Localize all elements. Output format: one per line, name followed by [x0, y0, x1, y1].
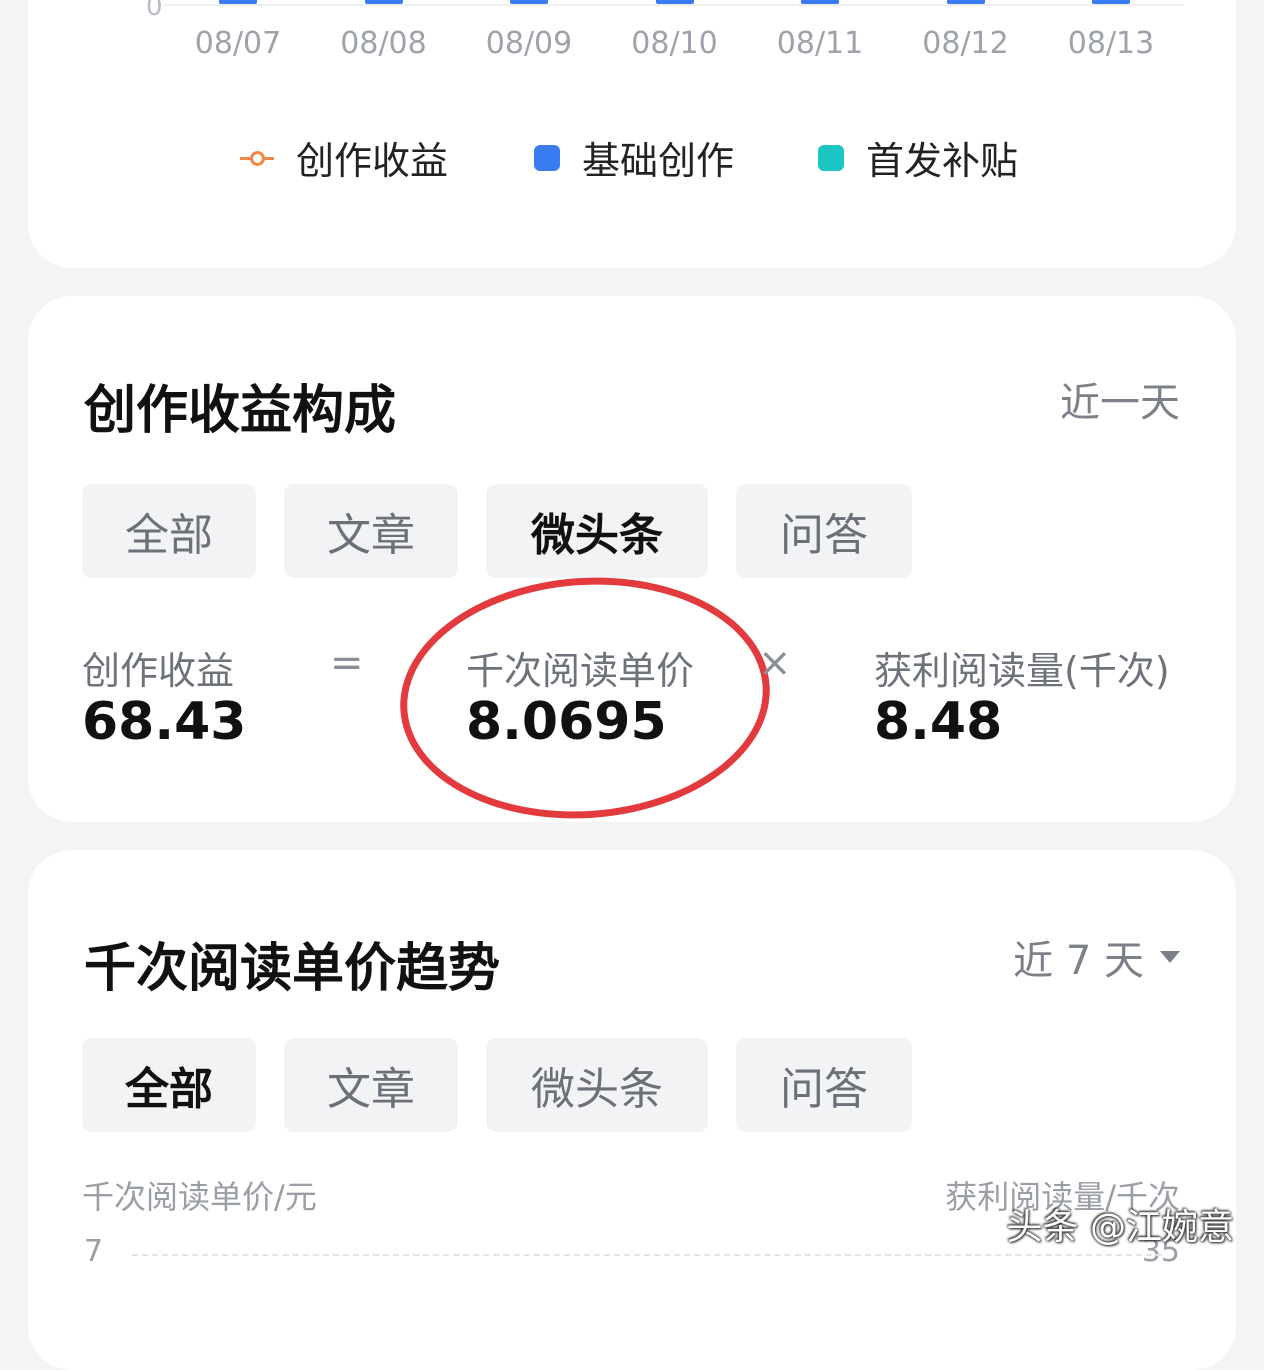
bar[interactable]: [219, 0, 257, 4]
watermark: 头条 @江婉意: [1006, 1207, 1234, 1248]
tab-all[interactable]: 全部: [82, 1038, 256, 1132]
tab-qa[interactable]: 问答: [736, 484, 912, 578]
breakdown-tabs: 全部 文章 微头条 问答: [82, 484, 940, 578]
reads-label: 获利阅读量(千次): [874, 649, 1170, 693]
bar[interactable]: [801, 0, 839, 4]
highlight-circle: [392, 565, 778, 831]
section-title: 创作收益构成: [84, 381, 397, 441]
grid-line: [132, 1254, 1162, 1256]
legend-item-subsidy[interactable]: 首发补贴: [818, 130, 1018, 185]
equals-sign: =: [330, 640, 364, 686]
range-selector[interactable]: 近一天: [1060, 370, 1180, 428]
income-label: 创作收益: [82, 649, 235, 693]
legend-label: 基础创作: [582, 139, 735, 183]
legend-label: 首发补贴: [866, 139, 1019, 183]
income-value: 68.43: [82, 692, 247, 752]
x-axis-date-label: 08/10: [631, 26, 718, 61]
tab-micro-posts[interactable]: 微头条: [486, 1038, 708, 1132]
x-axis-date-label: 08/09: [485, 26, 573, 61]
x-axis-date-label: 08/12: [922, 26, 1009, 61]
x-axis-date-label: 08/11: [776, 26, 864, 61]
tab-all[interactable]: 全部: [82, 484, 256, 578]
x-axis-date-label: 08/13: [1067, 26, 1155, 61]
bar[interactable]: [364, 0, 403, 4]
trend-tabs: 全部 文章 微头条 问答: [82, 1038, 940, 1132]
blue-square-icon: [534, 144, 560, 171]
chart-baseline: [164, 4, 1184, 6]
income-chart-card: 0 08/07 08/08 08/09 08/10 08/11 08/12 08/13 创作…: [28, 0, 1236, 268]
x-axis-date-label: 08/07: [194, 26, 282, 61]
range-label: 近 7 天: [1013, 938, 1144, 984]
teal-square-icon: [818, 144, 844, 171]
x-axis-date-label: 08/08: [340, 26, 427, 61]
y-axis-zero-label: 0: [146, 0, 163, 22]
times-sign: ×: [758, 640, 792, 686]
line-dot-icon: [240, 147, 274, 169]
income-breakdown-card: 创作收益构成 近一天 全部 文章 微头条 问答 创作收益 68.43 = 千次阅…: [28, 296, 1236, 831]
tab-articles[interactable]: 文章: [284, 1038, 458, 1132]
legend-item-income[interactable]: 创作收益: [240, 130, 448, 185]
tab-qa[interactable]: 问答: [736, 1038, 912, 1132]
legend-item-basic[interactable]: 基础创作: [534, 130, 734, 185]
tab-articles[interactable]: 文章: [284, 484, 458, 578]
price-trend-card: 千次阅读单价趋势 近 7 天 全部 文章 微头条 问答 千次阅读单价/元 获利阅…: [28, 850, 1236, 1370]
left-axis-title: 千次阅读单价/元: [82, 1178, 317, 1216]
bar[interactable]: [510, 0, 548, 4]
legend-label: 创作收益: [296, 139, 449, 183]
bar[interactable]: [946, 0, 985, 4]
caret-down-icon: [1160, 951, 1180, 963]
bar[interactable]: [655, 0, 694, 4]
reads-value: 8.48: [874, 692, 1003, 752]
range-dropdown[interactable]: 近 7 天: [1013, 928, 1180, 986]
tab-micro-posts[interactable]: 微头条: [486, 484, 708, 578]
bar[interactable]: [1092, 0, 1130, 4]
section-title: 千次阅读单价趋势: [84, 939, 501, 999]
